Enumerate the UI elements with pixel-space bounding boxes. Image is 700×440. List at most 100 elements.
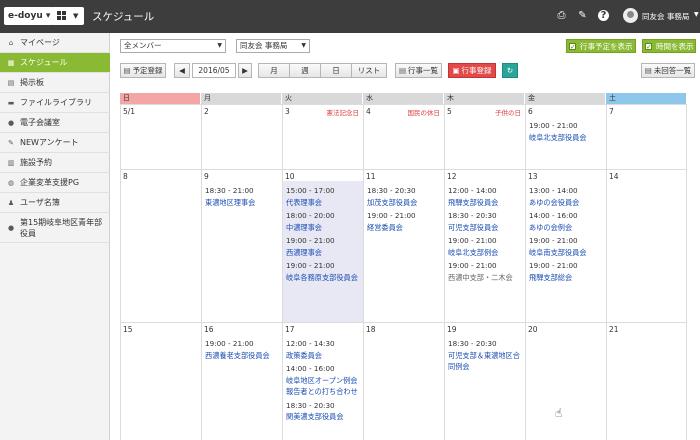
grid-line	[444, 104, 445, 440]
member-select-value: 全メンバー	[124, 41, 162, 50]
event-register-button[interactable]: ▣ 行事登録	[448, 63, 496, 78]
event-link[interactable]: 西濃理事会	[286, 247, 362, 259]
event-link[interactable]: 西濃養老支部役員会	[205, 350, 281, 362]
view-month-tab[interactable]: 月	[258, 63, 290, 78]
event-list-button[interactable]: ▤ 行事一覧	[395, 63, 442, 78]
grid-line	[686, 104, 687, 440]
unanswered-list-button[interactable]: ▤ 未回答一覧	[641, 63, 695, 78]
event-time: 19:00 - 21:00	[529, 236, 578, 245]
event-time: 18:30 - 20:30	[286, 400, 335, 410]
grid-line	[201, 104, 202, 440]
day-number: 15	[123, 325, 133, 334]
event-link[interactable]: 可児支部役員会	[448, 222, 524, 234]
chevron-down-icon: ▼	[217, 42, 222, 49]
grid-line	[120, 322, 687, 323]
event-link[interactable]: 経営委員会	[367, 222, 443, 234]
day-number: 21	[609, 325, 619, 334]
event-link[interactable]: 飛騨支部役員会	[448, 197, 524, 209]
hand-cursor-icon: ☝	[555, 406, 563, 420]
event-link[interactable]: 可児支部＆東濃地区合同例会	[448, 350, 524, 373]
checkbox-icon	[645, 40, 652, 54]
grid-line	[525, 104, 526, 440]
department-select[interactable]: 同友会 事務局 ▼	[236, 39, 310, 53]
event-time: 14:00 - 16:00	[286, 364, 335, 373]
next-month-button[interactable]: ▶	[238, 63, 252, 78]
sidebar-item[interactable]: ✎ NEWアンケート	[0, 133, 110, 153]
event-link[interactable]: 岐阜北支部例会	[448, 247, 524, 259]
sidebar-item-label: スケジュール	[20, 58, 68, 67]
event-time: 19:00 - 21:00	[448, 236, 497, 245]
sidebar-item-label: 施設予約	[20, 158, 52, 167]
event-register-label: 行事登録	[461, 66, 492, 75]
group-icon: ●	[7, 224, 15, 232]
event-link[interactable]: 飛騨支部総会	[529, 272, 605, 284]
weekday-header: 月	[201, 93, 282, 104]
day-events: 15:00 - 17:00 代表理事会 18:00 - 20:00 中濃理事会 19:0…	[286, 185, 362, 285]
day-events: 12:00 - 14:30 政策委員会 14:00 - 16:00 岐阜地区オープン例…	[286, 338, 362, 425]
user-name[interactable]: 同友会 事務局	[642, 11, 689, 22]
event-link[interactable]: 中濃理事会	[286, 222, 362, 234]
grid-line	[120, 104, 687, 105]
sidebar-item-label: ユーザ名簿	[20, 198, 60, 207]
sidebar-item[interactable]: ◍ 企業変革支援PG	[0, 173, 110, 193]
wrench-icon[interactable]: ✎	[576, 9, 589, 22]
event-link[interactable]: 政策委員会	[286, 350, 362, 362]
event-time: 13:00 - 14:00	[529, 186, 578, 195]
show-time-toggle[interactable]: 時間を表示	[642, 39, 696, 54]
chevron-down-icon[interactable]: ▼	[694, 11, 699, 18]
day-events: 13:00 - 14:00 あゆの会役員会 14:00 - 16:00 あゆの会例会 1…	[529, 185, 605, 285]
prev-month-button[interactable]: ◀	[174, 63, 190, 78]
event-time: 12:00 - 14:00	[448, 186, 497, 195]
day-events: 12:00 - 14:00 飛騨支部役員会 18:30 - 20:30 可児支部役員会…	[448, 185, 524, 285]
day-events: 19:00 - 21:00 西濃養老支部役員会	[205, 338, 281, 363]
day-events: 18:30 - 20:30 可児支部＆東濃地区合同例会	[448, 338, 524, 375]
help-icon[interactable]: ?	[598, 10, 609, 21]
sidebar-item[interactable]: ▥ 施設予約	[0, 153, 110, 173]
day-number: 14	[609, 172, 619, 181]
user-avatar-icon[interactable]	[623, 8, 638, 23]
sidebar-item[interactable]: ⌂ マイページ	[0, 33, 110, 53]
event-link[interactable]: 岐阜南支部役員会	[529, 247, 605, 259]
view-week-tab[interactable]: 週	[289, 63, 321, 78]
sidebar-item[interactable]: ▬ ファイルライブラリ	[0, 93, 110, 113]
arrow-left-icon: ◀	[179, 66, 185, 75]
event-link[interactable]: 代表理事会	[286, 197, 362, 209]
sidebar-item[interactable]: ▦ スケジュール	[0, 53, 110, 73]
event-link[interactable]: あゆの会例会	[529, 222, 605, 234]
view-day-tab[interactable]: 日	[320, 63, 352, 78]
home-icon: ⌂	[8, 39, 14, 47]
sidebar-item[interactable]: ♟ ユーザ名簿	[0, 193, 110, 213]
sidebar-item[interactable]: ● 電子会議室	[0, 113, 110, 133]
add-schedule-button[interactable]: ▤ 予定登録	[120, 63, 166, 78]
app-switcher-button[interactable]: ▼	[52, 7, 84, 25]
day-number: 10	[285, 172, 295, 181]
facility-icon: ▥	[7, 159, 15, 167]
event-time: 18:30 - 21:00	[205, 186, 254, 195]
weekday-header: 木	[444, 93, 525, 104]
event-link[interactable]: 東濃地区理事会	[205, 197, 281, 209]
event-time: 19:00 - 21:00	[205, 339, 254, 348]
event-link[interactable]: 岐阜各務原支部役員会	[286, 272, 362, 284]
member-select[interactable]: 全メンバー ▼	[120, 39, 226, 53]
add-schedule-label: 予定登録	[132, 66, 163, 75]
sidebar-item[interactable]: ● 第15期岐阜地区青年部役員	[0, 213, 110, 243]
event-link[interactable]: 岐阜地区オープン例会報告者との打ち合わせ	[286, 375, 362, 398]
event-link[interactable]: 岐阜北支部役員会	[529, 132, 605, 144]
brand-menu[interactable]: e-doyu ▾	[4, 7, 55, 25]
event-time: 18:30 - 20:30	[448, 211, 497, 220]
event-time: 14:00 - 16:00	[529, 211, 578, 220]
refresh-button[interactable]: ↻	[502, 63, 518, 78]
event-link[interactable]: 加茂支部役員会	[367, 197, 443, 209]
chevron-down-icon: ▼	[73, 12, 79, 20]
sidebar-item[interactable]: ▤ 掲示板	[0, 73, 110, 93]
show-events-toggle[interactable]: 行事予定を表示	[566, 39, 636, 54]
event-link[interactable]: あゆの会役員会	[529, 197, 605, 209]
view-list-tab[interactable]: リスト	[351, 63, 387, 78]
holiday-label: 国民の休日	[407, 109, 441, 117]
users-icon: ♟	[7, 199, 15, 207]
event-link[interactable]: 関美濃支部役員会	[286, 411, 362, 423]
day-number: 17	[285, 325, 295, 334]
folder-icon: ▬	[7, 99, 15, 107]
calendar-icon: ▦	[7, 59, 15, 67]
print-icon[interactable]: ⎙	[555, 9, 568, 22]
